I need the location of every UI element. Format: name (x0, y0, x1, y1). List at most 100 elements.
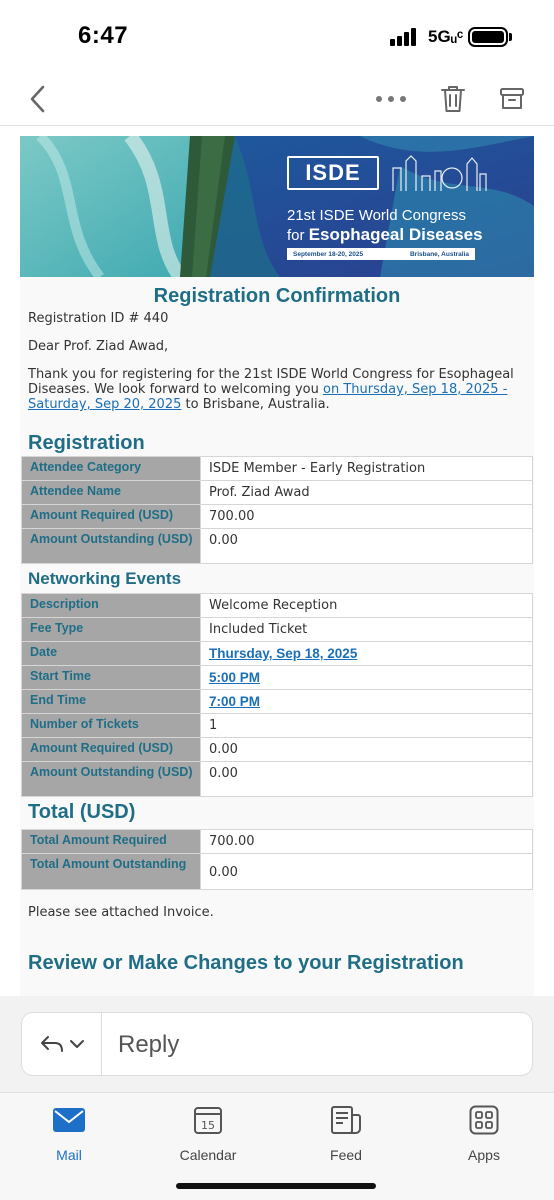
banner-date-range: September 18-20, 2025 (293, 250, 364, 258)
table-row: Amount Required (USD) 700.00 (21, 504, 533, 529)
chevron-down-icon (70, 1040, 84, 1048)
more-icon (376, 96, 406, 102)
isde-logo: ISDE (287, 156, 379, 190)
delete-button[interactable] (432, 78, 474, 120)
banner-title-line2: for Esophageal Diseases (287, 225, 483, 245)
tab-label: Apps (468, 1147, 500, 1163)
total-table: Total Amount Required 700.00 Total Amount… (21, 829, 533, 890)
banner-title-prefix: for (287, 227, 305, 244)
table-row: End Time 7:00 PM (21, 689, 533, 714)
review-heading: Review or Make Changes to your Registrat… (28, 952, 464, 974)
calendar-icon: 15 (194, 1107, 222, 1134)
reply-box: Reply (21, 1012, 533, 1076)
tab-mail[interactable]: Mail (24, 1103, 114, 1169)
table-row: Amount Outstanding (USD) 0.00 (21, 528, 533, 564)
row-key: Number of Tickets (21, 713, 201, 738)
table-row: Amount Required (USD) 0.00 (21, 737, 533, 762)
row-key: Amount Outstanding (USD) (21, 528, 201, 564)
tab-calendar[interactable]: 15 Calendar (163, 1103, 253, 1169)
row-value: 7:00 PM (200, 689, 533, 714)
congress-banner: ISDE 21st ISDE World Congress for Esopha… (20, 136, 534, 277)
table-row: Start Time 5:00 PM (21, 665, 533, 690)
row-value: Included Ticket (200, 617, 533, 642)
feed-icon (331, 1106, 361, 1134)
battery-cap (509, 33, 512, 41)
reply-options-button[interactable] (32, 1025, 92, 1063)
row-key: Total Amount Outstanding (21, 853, 201, 890)
email-content: ISDE 21st ISDE World Congress for Esopha… (20, 136, 534, 996)
row-key: Description (21, 593, 201, 618)
table-row: Fee Type Included Ticket (21, 617, 533, 642)
row-value: 0.00 (200, 737, 533, 762)
archive-button[interactable] (491, 78, 533, 120)
banner-title: 21st ISDE World Congress for Esophageal … (287, 206, 483, 245)
calendar-day: 15 (201, 1119, 215, 1132)
tab-label: Calendar (179, 1147, 237, 1163)
table-row: Number of Tickets 1 (21, 713, 533, 738)
row-key: Attendee Category (21, 456, 201, 481)
archive-icon (500, 88, 524, 109)
mail-icon (53, 1108, 85, 1132)
more-button[interactable] (370, 78, 412, 120)
row-key: Date (21, 641, 201, 666)
network-label: 5Gᵤᶜ (428, 27, 464, 46)
networking-heading: Networking Events (28, 569, 182, 588)
registration-id: Registration ID # 440 (28, 311, 169, 326)
row-value: Thursday, Sep 18, 2025 (200, 641, 533, 666)
row-key: Total Amount Required (21, 829, 201, 854)
confirmation-title: Registration Confirmation (153, 285, 401, 307)
start-time-link[interactable]: 5:00 PM (209, 670, 260, 685)
reply-input[interactable]: Reply (118, 1031, 179, 1059)
apps-icon (469, 1105, 499, 1135)
row-value: Welcome Reception (200, 593, 533, 618)
networking-table: Description Welcome Reception Fee Type Inc… (21, 593, 533, 797)
invoice-note: Please see attached Invoice. (28, 905, 214, 920)
row-value: 700.00 (200, 829, 533, 854)
thanks-text-end: to Brisbane, Australia. (181, 397, 330, 412)
row-key: Amount Outstanding (USD) (21, 761, 201, 797)
row-value: ISDE Member - Early Registration (200, 456, 533, 481)
table-row: Attendee Name Prof. Ziad Awad (21, 480, 533, 505)
reply-arrow-icon (41, 1036, 63, 1052)
table-row: Description Welcome Reception (21, 593, 533, 618)
table-row: Total Amount Outstanding 0.00 (21, 853, 533, 890)
message-toolbar (0, 72, 554, 126)
table-row: Attendee Category ISDE Member - Early Reg… (21, 456, 533, 481)
signal-icon (390, 28, 420, 46)
banner-title-bold: Esophageal Diseases (308, 225, 483, 244)
registration-table: Attendee Category ISDE Member - Early Reg… (21, 456, 533, 564)
row-value: 5:00 PM (200, 665, 533, 690)
row-value: 700.00 (200, 504, 533, 529)
row-key: Attendee Name (21, 480, 201, 505)
greeting: Dear Prof. Ziad Awad, (28, 339, 169, 354)
row-value: 1 (200, 713, 533, 738)
battery-icon (468, 27, 508, 47)
row-key: End Time (21, 689, 201, 714)
row-value: Prof. Ziad Awad (200, 480, 533, 505)
table-row: Total Amount Required 700.00 (21, 829, 533, 854)
tab-label: Feed (330, 1147, 362, 1163)
tab-apps[interactable]: Apps (439, 1103, 529, 1169)
end-time-link[interactable]: 7:00 PM (209, 694, 260, 709)
tab-label: Mail (56, 1147, 82, 1163)
banner-location: Brisbane, Australia (409, 250, 469, 258)
reply-divider (101, 1013, 102, 1075)
row-key: Fee Type (21, 617, 201, 642)
banner-dates: September 18-20, 2025 Brisbane, Australi… (287, 248, 475, 260)
table-row: Amount Outstanding (USD) 0.00 (21, 761, 533, 797)
row-key: Amount Required (USD) (21, 737, 201, 762)
row-value: 0.00 (200, 761, 533, 797)
banner-title-line1: 21st ISDE World Congress (287, 207, 466, 224)
back-button[interactable] (16, 78, 58, 120)
registration-heading: Registration (28, 432, 145, 454)
home-indicator[interactable] (176, 1183, 376, 1189)
row-key: Amount Required (USD) (21, 504, 201, 529)
table-row: Date Thursday, Sep 18, 2025 (21, 641, 533, 666)
total-heading: Total (USD) (28, 801, 136, 823)
tab-feed[interactable]: Feed (301, 1103, 391, 1169)
trash-icon (441, 86, 465, 112)
reply-area: Reply (0, 996, 554, 1092)
event-date-link[interactable]: Thursday, Sep 18, 2025 (209, 646, 357, 661)
clock: 6:47 (78, 22, 129, 49)
status-bar: 6:47 5Gᵤᶜ (0, 0, 554, 72)
